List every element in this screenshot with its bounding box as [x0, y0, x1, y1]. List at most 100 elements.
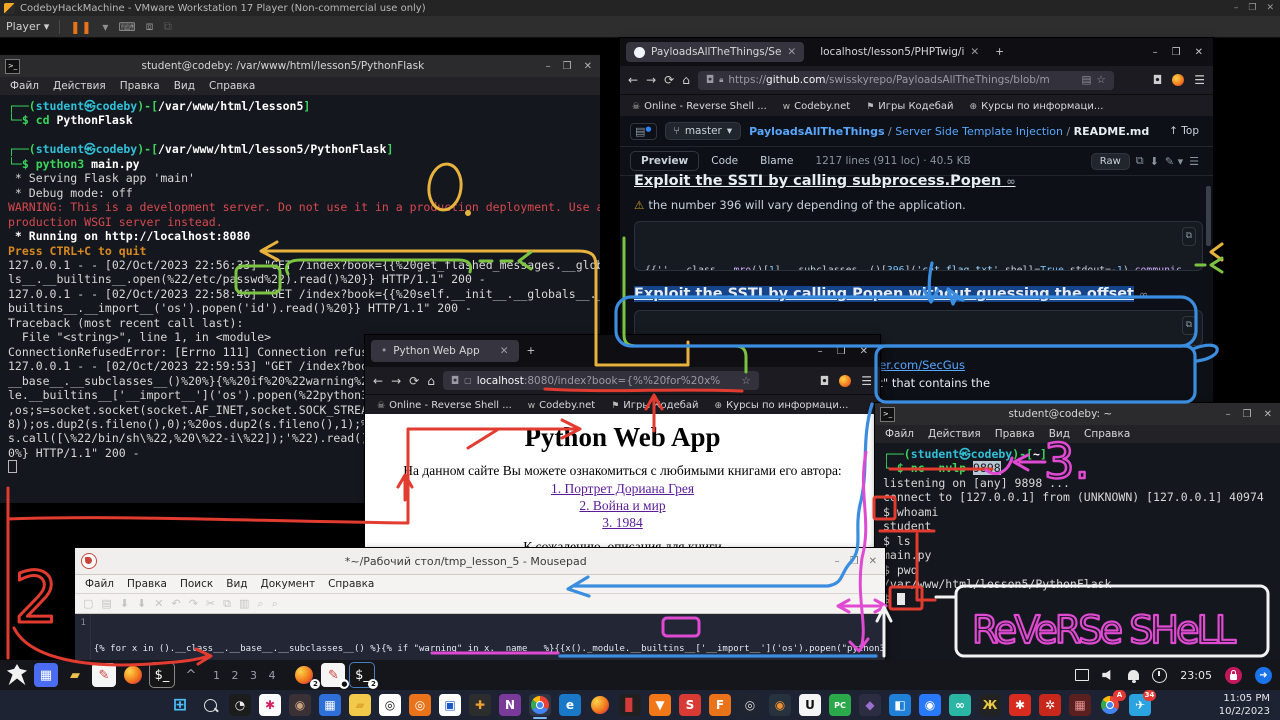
app-files[interactable]: ▰ — [63, 663, 87, 687]
copy-icon[interactable]: ⧉ — [1136, 154, 1144, 168]
crumb-folder[interactable]: Server Side Template Injection — [895, 125, 1063, 138]
bookmark-reverse-shell[interactable]: ☠Online - Reverse Shell ... — [632, 101, 767, 112]
minimize-icon[interactable]: – — [546, 61, 551, 72]
chrome-profile[interactable]: A — [1099, 694, 1121, 716]
app-desktop[interactable]: ▦ — [34, 663, 58, 687]
reader-icon[interactable]: ▤ — [1081, 74, 1091, 86]
back-icon[interactable]: ← — [373, 374, 383, 388]
url-bar[interactable]: ◘ 🔒︎ https://github.com/swisskyrepo/Payl… — [698, 71, 1114, 90]
anchor-link-icon[interactable]: ∞ — [1139, 288, 1148, 301]
github-navbar[interactable]: ← → ⟳ ⌂ ◘ 🔒︎ https://github.com/swisskyr… — [620, 66, 1213, 94]
forward-icon[interactable]: → — [646, 73, 656, 87]
pywin-tabstrip[interactable]: • Python Web App ✕ + – ❒ ✕ — [365, 335, 880, 367]
firefox-window-pythonapp[interactable]: • Python Web App ✕ + – ❒ ✕ ← → ⟳ ⌂ ◘ ▢ l… — [365, 335, 880, 560]
task-terminal[interactable]: $_2 — [350, 663, 374, 687]
lock-icon[interactable] — [1225, 667, 1242, 684]
home-icon[interactable]: ⌂ — [427, 374, 435, 388]
bookmark-codeby[interactable]: wCodeby.net — [783, 101, 850, 112]
vmware-window-controls[interactable]: – ❒ ✕ — [1234, 3, 1274, 13]
bookmark-star-icon[interactable]: ☆ — [741, 375, 750, 387]
toolbar-icon[interactable]: ↶ — [171, 597, 180, 610]
menu-help[interactable]: Справка — [209, 80, 255, 92]
app-menu-icon[interactable]: ☰ — [861, 374, 872, 388]
toolbar-icon[interactable]: ▢ — [83, 597, 93, 610]
carrot-app[interactable]: ▼ — [649, 694, 671, 716]
menu-view[interactable]: Вид — [226, 578, 247, 590]
blender[interactable]: ◉ — [769, 694, 791, 716]
firefox[interactable] — [589, 694, 611, 716]
player-menu[interactable]: Player ▾ — [6, 20, 49, 33]
menu-edit[interactable]: Правка — [127, 578, 167, 590]
shield-icon[interactable]: ◘ — [706, 74, 714, 86]
close-icon[interactable]: ✕ — [584, 61, 592, 72]
kali-taskbar[interactable]: ▦▰✎$_^ 1 2 3 4 2✎●$_2 23:05 ➜ — [0, 660, 1280, 690]
minimize-icon[interactable]: – — [835, 556, 840, 567]
kali-system-tray[interactable]: 23:05 ➜ — [1075, 667, 1272, 684]
menu-view[interactable]: Вид — [1049, 428, 1070, 440]
sidebar-toggle-icon[interactable]: ▤● — [630, 123, 657, 140]
send-cad-icon[interactable]: ⌨ — [118, 20, 135, 34]
explorer[interactable]: ▰ — [349, 694, 371, 716]
back-icon[interactable]: ← — [628, 73, 638, 87]
app-menu-icon[interactable]: ☰ — [1194, 73, 1205, 87]
obs[interactable]: ◎ — [739, 694, 761, 716]
reload-icon[interactable]: ⟳ — [409, 374, 419, 388]
drawio[interactable]: ✚ — [469, 694, 491, 716]
start[interactable]: ⊞ — [169, 694, 191, 716]
url-bar[interactable]: ◘ ▢ localhost:8080/index?book={%%20for%2… — [443, 371, 759, 390]
notion[interactable]: ◎ — [379, 694, 401, 716]
show-desktop-icon[interactable] — [1075, 669, 1089, 681]
menu-file[interactable]: Файл — [10, 80, 39, 92]
edge[interactable]: e — [559, 694, 581, 716]
mousepad-editor[interactable]: 1 {% for x in ().__class__.__base__.__su… — [75, 614, 885, 663]
close-icon[interactable]: ✕ — [1266, 3, 1274, 13]
toolbar-icon[interactable]: ⌕ — [272, 597, 278, 611]
toolbar-icon[interactable]: ↷ — [189, 597, 198, 610]
reload-icon[interactable]: ⟳ — [664, 73, 674, 87]
new-tab-button[interactable]: + — [995, 46, 1004, 58]
windows-clock[interactable]: 11:05 PM 10/2/2023 — [1219, 692, 1270, 718]
menu-help[interactable]: Справка — [1084, 428, 1130, 440]
book-link-2[interactable]: 2. Война и мир — [365, 498, 880, 514]
tab-close-icon[interactable]: ✕ — [970, 46, 979, 58]
terminal2-titlebar[interactable]: >_ student@codeby: ~ – ❒ ✕ — [875, 403, 1280, 425]
tab-localhost-phptwig[interactable]: localhost/lesson5/PHPTwig/i ✕ — [812, 42, 987, 62]
pywin-navbar[interactable]: ← → ⟳ ⌂ ◘ ▢ localhost:8080/index?book={%… — [365, 367, 880, 394]
windows-taskbar[interactable]: ⊞◔✱◉▦▰◎◎▣✚Ne▊▼SF◎◉UPC◆◧◉∞Ж✱✲▦A✈34 11:05 … — [0, 690, 1280, 720]
bookmark-star-icon[interactable]: ☆ — [1096, 74, 1105, 86]
code-block-subprocess[interactable]: {{''.__class__.mro()[1].__subclasses__()… — [634, 221, 1203, 271]
forward-icon[interactable]: → — [391, 374, 401, 388]
pause-button[interactable]: ❚❚ — [70, 20, 92, 34]
readme-heading-subprocess[interactable]: Exploit the SSTI by calling subprocess.P… — [634, 173, 1203, 189]
menu-edit[interactable]: Правка — [120, 80, 160, 92]
close-icon[interactable]: ✕ — [860, 346, 868, 357]
toolbar-icon[interactable]: ▤ — [101, 597, 111, 610]
speedtest[interactable]: ◔ — [229, 694, 251, 716]
tab-close-icon[interactable]: ✕ — [500, 345, 509, 357]
shield-icon[interactable]: ◘ — [451, 375, 459, 387]
vm-clock[interactable]: 23:05 — [1180, 669, 1212, 682]
toolbar-icon[interactable]: ⌕ — [257, 597, 263, 611]
crumb-repo[interactable]: PayloadsAllTheThings — [749, 125, 884, 138]
new-tab-button[interactable]: + — [527, 345, 536, 357]
mousepad-window[interactable]: *~/Рабочий стол/tmp_lesson_5 - Mousepad … — [75, 548, 885, 660]
portrait[interactable]: ◉ — [289, 694, 311, 716]
menu-file[interactable]: Файл — [885, 428, 914, 440]
fl-studio[interactable]: F — [709, 694, 731, 716]
tab-preview[interactable]: Preview — [630, 151, 699, 171]
book-link-1[interactable]: 1. Портрет Дориана Грея — [365, 481, 880, 497]
maximize-icon[interactable]: ❒ — [1172, 47, 1181, 58]
virtualbox[interactable]: ▣ — [439, 694, 461, 716]
github-file-tabs[interactable]: Preview Code Blame 1217 lines (911 loc) … — [620, 147, 1213, 176]
toolbar-icon[interactable]: ⬇ — [137, 597, 146, 610]
chrome[interactable] — [529, 694, 551, 716]
red-gear-1[interactable]: ✱ — [1009, 694, 1031, 716]
tab-code[interactable]: Code — [701, 152, 748, 170]
slack[interactable]: ✱ — [259, 694, 281, 716]
maximize-icon[interactable]: ❒ — [1248, 3, 1256, 13]
account-icon[interactable] — [1172, 74, 1184, 86]
task-mousepad[interactable]: ✎● — [321, 663, 345, 687]
terminal2-menubar[interactable]: Файл Действия Правка Вид Справка — [875, 425, 1280, 443]
stats-app[interactable]: ▊ — [619, 694, 641, 716]
raw-button[interactable]: Raw — [1091, 153, 1130, 170]
